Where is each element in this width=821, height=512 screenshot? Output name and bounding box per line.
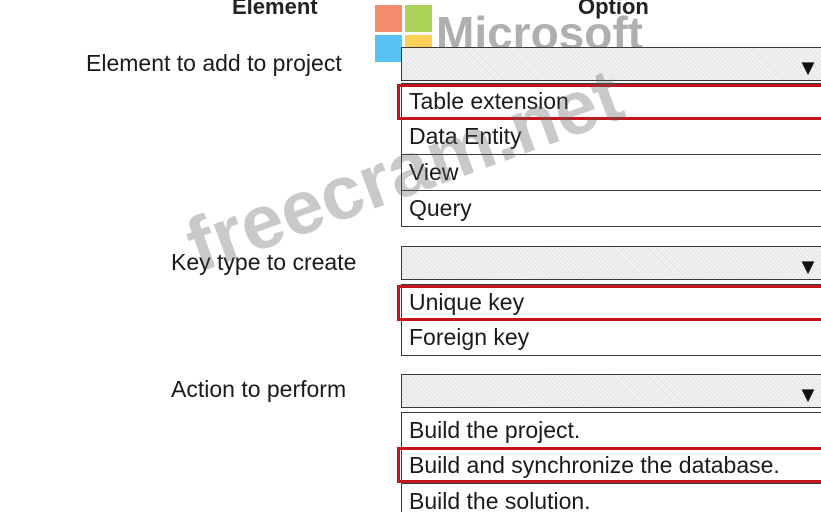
option-build-and-sync-database[interactable]: Build and synchronize the database.: [402, 448, 821, 484]
option-list-action: Build the project. Build and synchronize…: [401, 412, 821, 512]
dropdown-element-to-add[interactable]: [401, 47, 821, 81]
option-list-key-type: Unique key Foreign key: [401, 284, 821, 356]
option-table-extension[interactable]: Table extension: [402, 83, 821, 119]
triangle-down-icon[interactable]: ▼: [793, 380, 821, 410]
option-data-entity[interactable]: Data Entity: [402, 119, 821, 155]
row-label-element-to-add: Element to add to project: [86, 50, 342, 76]
option-foreign-key[interactable]: Foreign key: [402, 320, 821, 356]
triangle-down-icon[interactable]: ▼: [793, 252, 821, 282]
dropdown-key-type[interactable]: [401, 246, 821, 280]
option-build-project[interactable]: Build the project.: [402, 412, 821, 448]
option-unique-key[interactable]: Unique key: [402, 284, 821, 320]
column-header-element: Element: [232, 0, 318, 19]
option-view[interactable]: View: [402, 155, 821, 191]
row-label-action: Action to perform: [171, 376, 347, 402]
option-list-element-to-add: Table extension Data Entity View Query: [401, 83, 821, 227]
option-build-solution[interactable]: Build the solution.: [402, 484, 821, 512]
row-label-key-type: Key type to create: [171, 249, 357, 275]
option-query[interactable]: Query: [402, 191, 821, 227]
dropdown-action[interactable]: [401, 374, 821, 408]
triangle-down-icon[interactable]: ▼: [793, 53, 821, 83]
